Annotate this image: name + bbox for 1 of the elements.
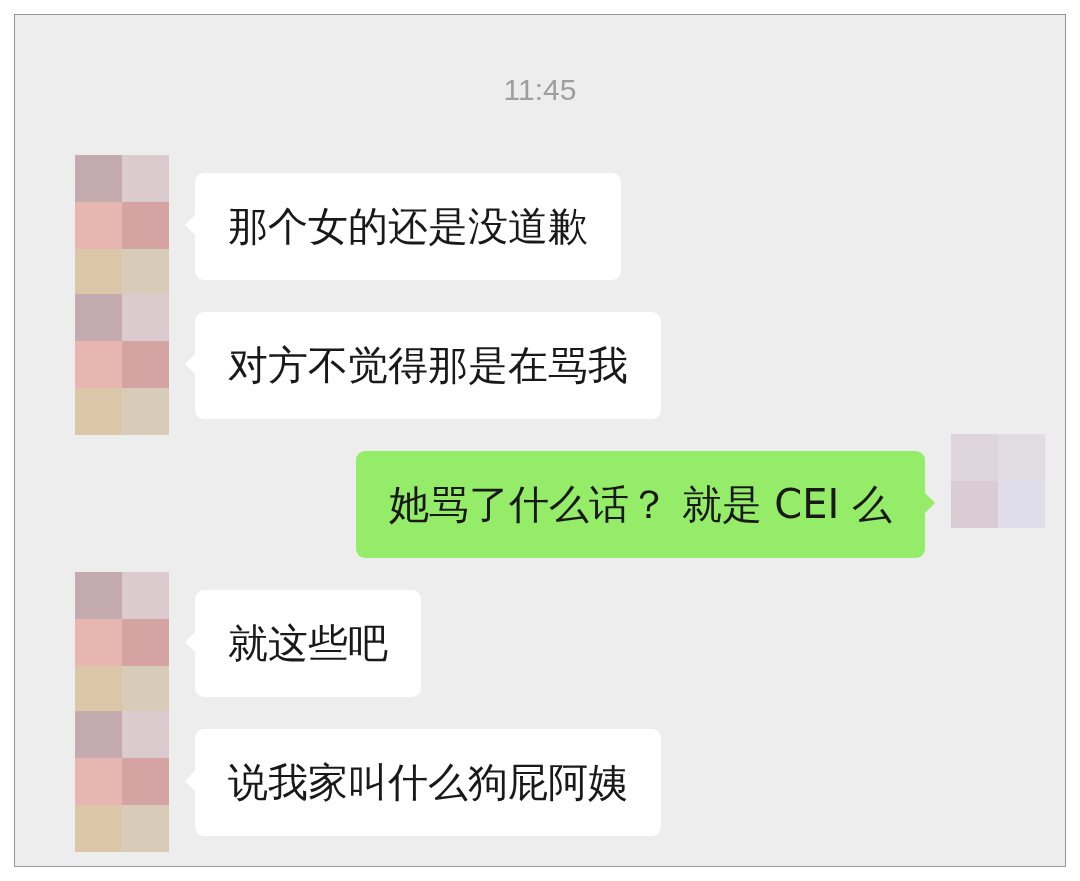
timestamp: 11:45 [503, 73, 577, 107]
